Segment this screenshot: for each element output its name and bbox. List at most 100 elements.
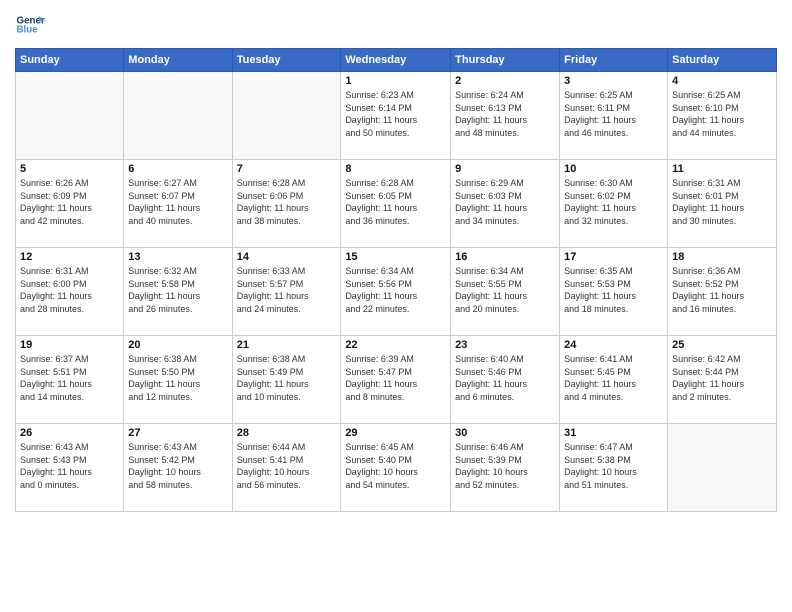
day-info: Sunrise: 6:34 AM Sunset: 5:55 PM Dayligh… xyxy=(455,265,555,315)
day-info: Sunrise: 6:35 AM Sunset: 5:53 PM Dayligh… xyxy=(564,265,663,315)
week-row-1: 1 Sunrise: 6:23 AM Sunset: 6:14 PM Daylig… xyxy=(16,72,777,160)
day-info: Sunrise: 6:46 AM Sunset: 5:39 PM Dayligh… xyxy=(455,441,555,491)
calendar-cell: 2 Sunrise: 6:24 AM Sunset: 6:13 PM Daylig… xyxy=(451,72,560,160)
day-number: 3 xyxy=(564,75,663,87)
day-number: 24 xyxy=(564,339,663,351)
calendar-cell: 22Sunrise: 6:39 AM Sunset: 5:47 PM Dayli… xyxy=(341,336,451,424)
day-info: Sunrise: 6:45 AM Sunset: 5:40 PM Dayligh… xyxy=(345,441,446,491)
calendar-cell: 1 Sunrise: 6:23 AM Sunset: 6:14 PM Daylig… xyxy=(341,72,451,160)
weekday-header-saturday: Saturday xyxy=(668,49,777,72)
calendar-cell: 19 Sunrise: 6:37 AM Sunset: 5:51 PM Dayli… xyxy=(16,336,124,424)
calendar-cell: 4Sunrise: 6:25 AM Sunset: 6:10 PM Daylig… xyxy=(668,72,777,160)
day-number: 16 xyxy=(455,251,555,263)
calendar-cell: 18 Sunrise: 6:36 AM Sunset: 5:52 PM Dayli… xyxy=(668,248,777,336)
day-number: 22 xyxy=(345,339,446,351)
week-row-4: 19 Sunrise: 6:37 AM Sunset: 5:51 PM Dayli… xyxy=(16,336,777,424)
calendar-cell: 11Sunrise: 6:31 AM Sunset: 6:01 PM Dayli… xyxy=(668,160,777,248)
day-info: Sunrise: 6:31 AM Sunset: 6:00 PM Dayligh… xyxy=(20,265,119,315)
calendar-cell xyxy=(232,72,341,160)
day-info: Sunrise: 6:28 AM Sunset: 6:06 PM Dayligh… xyxy=(237,177,337,227)
day-number: 9 xyxy=(455,163,555,175)
day-number: 17 xyxy=(564,251,663,263)
day-number: 28 xyxy=(237,427,337,439)
day-number: 25 xyxy=(672,339,772,351)
weekday-header-monday: Monday xyxy=(124,49,232,72)
weekday-header-row: SundayMondayTuesdayWednesdayThursdayFrid… xyxy=(16,49,777,72)
calendar-cell: 30 Sunrise: 6:46 AM Sunset: 5:39 PM Dayli… xyxy=(451,424,560,512)
calendar-cell: 9 Sunrise: 6:29 AM Sunset: 6:03 PM Daylig… xyxy=(451,160,560,248)
calendar-cell: 21 Sunrise: 6:38 AM Sunset: 5:49 PM Dayli… xyxy=(232,336,341,424)
day-info: Sunrise: 6:47 AM Sunset: 5:38 PM Dayligh… xyxy=(564,441,663,491)
day-info: Sunrise: 6:43 AM Sunset: 5:42 PM Dayligh… xyxy=(128,441,227,491)
day-info: Sunrise: 6:25 AM Sunset: 6:11 PM Dayligh… xyxy=(564,89,663,139)
day-info: Sunrise: 6:29 AM Sunset: 6:03 PM Dayligh… xyxy=(455,177,555,227)
calendar-cell xyxy=(124,72,232,160)
day-number: 10 xyxy=(564,163,663,175)
day-number: 6 xyxy=(128,163,227,175)
day-number: 5 xyxy=(20,163,119,175)
calendar-cell xyxy=(668,424,777,512)
calendar-cell: 24 Sunrise: 6:41 AM Sunset: 5:45 PM Dayli… xyxy=(560,336,668,424)
day-number: 13 xyxy=(128,251,227,263)
day-info: Sunrise: 6:30 AM Sunset: 6:02 PM Dayligh… xyxy=(564,177,663,227)
page-container: General Blue SundayMondayTuesdayWednesda… xyxy=(0,0,792,612)
day-number: 26 xyxy=(20,427,119,439)
day-number: 30 xyxy=(455,427,555,439)
day-number: 2 xyxy=(455,75,555,87)
day-number: 27 xyxy=(128,427,227,439)
calendar-cell: 12 Sunrise: 6:31 AM Sunset: 6:00 PM Dayli… xyxy=(16,248,124,336)
weekday-header-friday: Friday xyxy=(560,49,668,72)
day-number: 19 xyxy=(20,339,119,351)
day-number: 12 xyxy=(20,251,119,263)
calendar-cell: 16 Sunrise: 6:34 AM Sunset: 5:55 PM Dayli… xyxy=(451,248,560,336)
day-info: Sunrise: 6:38 AM Sunset: 5:49 PM Dayligh… xyxy=(237,353,337,403)
header: General Blue xyxy=(15,10,777,40)
day-number: 1 xyxy=(345,75,446,87)
calendar-cell: 26 Sunrise: 6:43 AM Sunset: 5:43 PM Dayli… xyxy=(16,424,124,512)
logo-icon: General Blue xyxy=(15,10,45,40)
calendar-cell: 5 Sunrise: 6:26 AM Sunset: 6:09 PM Daylig… xyxy=(16,160,124,248)
week-row-2: 5 Sunrise: 6:26 AM Sunset: 6:09 PM Daylig… xyxy=(16,160,777,248)
calendar-cell: 20Sunrise: 6:38 AM Sunset: 5:50 PM Dayli… xyxy=(124,336,232,424)
calendar-cell: 17 Sunrise: 6:35 AM Sunset: 5:53 PM Dayli… xyxy=(560,248,668,336)
calendar-cell: 23Sunrise: 6:40 AM Sunset: 5:46 PM Dayli… xyxy=(451,336,560,424)
day-info: Sunrise: 6:33 AM Sunset: 5:57 PM Dayligh… xyxy=(237,265,337,315)
calendar-cell: 15Sunrise: 6:34 AM Sunset: 5:56 PM Dayli… xyxy=(341,248,451,336)
day-number: 14 xyxy=(237,251,337,263)
day-number: 20 xyxy=(128,339,227,351)
day-info: Sunrise: 6:24 AM Sunset: 6:13 PM Dayligh… xyxy=(455,89,555,139)
day-number: 31 xyxy=(564,427,663,439)
calendar-cell: 29Sunrise: 6:45 AM Sunset: 5:40 PM Dayli… xyxy=(341,424,451,512)
day-info: Sunrise: 6:44 AM Sunset: 5:41 PM Dayligh… xyxy=(237,441,337,491)
day-number: 18 xyxy=(672,251,772,263)
day-number: 4 xyxy=(672,75,772,87)
day-info: Sunrise: 6:36 AM Sunset: 5:52 PM Dayligh… xyxy=(672,265,772,315)
calendar-cell: 7 Sunrise: 6:28 AM Sunset: 6:06 PM Daylig… xyxy=(232,160,341,248)
calendar-cell: 14 Sunrise: 6:33 AM Sunset: 5:57 PM Dayli… xyxy=(232,248,341,336)
calendar-cell: 6Sunrise: 6:27 AM Sunset: 6:07 PM Daylig… xyxy=(124,160,232,248)
weekday-header-wednesday: Wednesday xyxy=(341,49,451,72)
calendar-cell: 3 Sunrise: 6:25 AM Sunset: 6:11 PM Daylig… xyxy=(560,72,668,160)
day-info: Sunrise: 6:43 AM Sunset: 5:43 PM Dayligh… xyxy=(20,441,119,491)
day-info: Sunrise: 6:37 AM Sunset: 5:51 PM Dayligh… xyxy=(20,353,119,403)
day-info: Sunrise: 6:26 AM Sunset: 6:09 PM Dayligh… xyxy=(20,177,119,227)
calendar-cell: 28 Sunrise: 6:44 AM Sunset: 5:41 PM Dayli… xyxy=(232,424,341,512)
weekday-header-sunday: Sunday xyxy=(16,49,124,72)
day-info: Sunrise: 6:41 AM Sunset: 5:45 PM Dayligh… xyxy=(564,353,663,403)
calendar-cell: 31 Sunrise: 6:47 AM Sunset: 5:38 PM Dayli… xyxy=(560,424,668,512)
calendar-cell xyxy=(16,72,124,160)
calendar-cell: 10 Sunrise: 6:30 AM Sunset: 6:02 PM Dayli… xyxy=(560,160,668,248)
weekday-header-tuesday: Tuesday xyxy=(232,49,341,72)
day-number: 11 xyxy=(672,163,772,175)
weekday-header-thursday: Thursday xyxy=(451,49,560,72)
day-number: 21 xyxy=(237,339,337,351)
day-number: 7 xyxy=(237,163,337,175)
day-info: Sunrise: 6:28 AM Sunset: 6:05 PM Dayligh… xyxy=(345,177,446,227)
svg-text:Blue: Blue xyxy=(17,25,39,36)
calendar-cell: 27 Sunrise: 6:43 AM Sunset: 5:42 PM Dayli… xyxy=(124,424,232,512)
calendar-cell: 25Sunrise: 6:42 AM Sunset: 5:44 PM Dayli… xyxy=(668,336,777,424)
day-info: Sunrise: 6:23 AM Sunset: 6:14 PM Dayligh… xyxy=(345,89,446,139)
week-row-5: 26 Sunrise: 6:43 AM Sunset: 5:43 PM Dayli… xyxy=(16,424,777,512)
day-number: 23 xyxy=(455,339,555,351)
week-row-3: 12 Sunrise: 6:31 AM Sunset: 6:00 PM Dayli… xyxy=(16,248,777,336)
